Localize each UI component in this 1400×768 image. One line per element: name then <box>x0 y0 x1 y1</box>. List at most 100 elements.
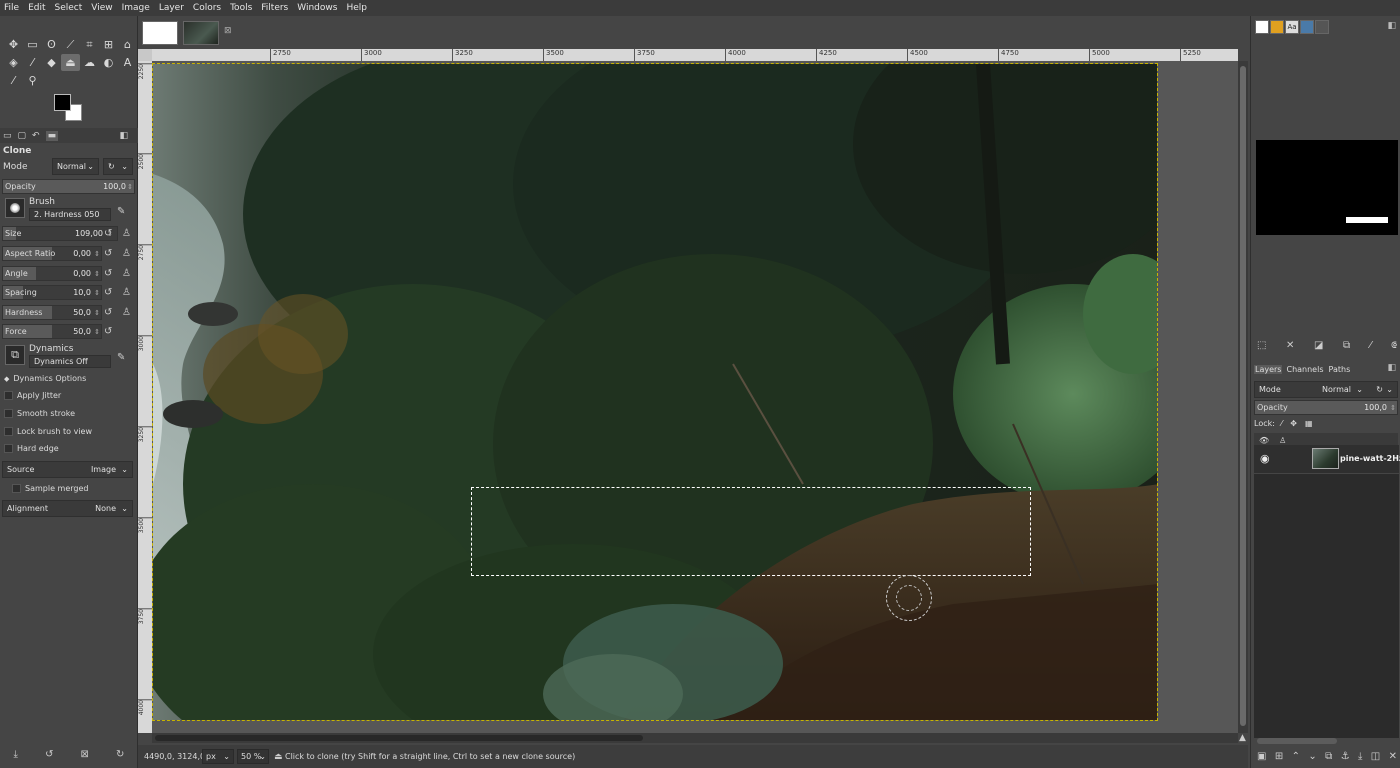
new-layer-icon[interactable]: ▣ <box>1257 751 1266 762</box>
lock-position-icon[interactable]: ✥ <box>1290 419 1297 428</box>
zoom-icon[interactable]: ⚲ <box>23 72 42 89</box>
bucket-fill-icon[interactable]: ◈ <box>4 54 23 71</box>
save-tool-preset-icon[interactable]: ⤓ <box>14 749 18 760</box>
unit-select[interactable]: px ⌄ <box>202 749 234 764</box>
reset-hardness-icon[interactable]: ↺ <box>104 307 112 318</box>
menu-layer[interactable]: Layer <box>159 3 184 13</box>
menu-view[interactable]: View <box>91 3 112 13</box>
opacity-slider[interactable]: Opacity 100,0 ⇕ <box>2 179 135 194</box>
color-picker-icon[interactable]: ⁄ <box>4 72 23 89</box>
smooth-stroke-checkbox[interactable]: Smooth stroke <box>4 409 75 418</box>
patterns-tab-icon[interactable] <box>1270 20 1284 34</box>
menu-select[interactable]: Select <box>55 3 83 13</box>
unified-transform-icon[interactable]: ⊞ <box>99 36 118 53</box>
dynamics-select[interactable]: Dynamics Off <box>29 355 111 368</box>
layers-panel-menu-icon[interactable]: ◧ <box>1387 363 1396 373</box>
new-layer-group-icon[interactable]: ⊞ <box>1275 751 1283 762</box>
ruler-corner[interactable] <box>138 49 152 61</box>
lower-layer-icon[interactable]: ⌄ <box>1308 751 1316 762</box>
spacing-slider[interactable]: Spacing 10,0 ⇕ <box>2 285 102 300</box>
lock-pixels-icon[interactable]: ⁄ <box>1281 419 1282 428</box>
vertical-ruler[interactable]: 2250 2500 2750 3000 3250 3500 3750 4000 <box>138 61 152 733</box>
link-size-icon[interactable]: ♙ <box>122 228 131 239</box>
raise-layer-icon[interactable]: ⌃ <box>1292 751 1300 762</box>
edit-dynamics-icon[interactable]: ✎ <box>117 352 125 363</box>
horizontal-scrollbar-thumb[interactable] <box>155 735 643 741</box>
new-selection-icon[interactable]: ⬚ <box>1257 340 1266 351</box>
foreground-color-swatch[interactable] <box>54 94 71 111</box>
aspect-ratio-slider[interactable]: Aspect Ratio 0,00 ⇕ <box>2 246 102 261</box>
crop-icon[interactable]: ⌗ <box>80 36 99 53</box>
smudge-icon[interactable]: ☁ <box>80 54 99 71</box>
undo-history-tab-icon[interactable]: ↶ <box>32 131 40 141</box>
reset-force-icon[interactable]: ↺ <box>104 326 112 337</box>
images-tab-icon[interactable]: ▬ <box>45 130 59 141</box>
mode-select[interactable]: Normal ⌄ <box>52 158 99 175</box>
move-icon[interactable]: ✥ <box>4 36 23 53</box>
warp-icon[interactable]: ⌂ <box>118 36 137 53</box>
restore-tool-preset-icon[interactable]: ↺ <box>45 749 53 760</box>
source-select[interactable]: Source Image ⌄ <box>2 461 133 478</box>
menu-help[interactable]: Help <box>346 3 367 13</box>
eye-icon[interactable]: ◉ <box>1260 452 1270 465</box>
reset-angle-icon[interactable]: ↺ <box>104 268 112 279</box>
tab-layers[interactable]: Layers <box>1254 364 1283 374</box>
stroke-selection-icon[interactable]: ⟃ <box>1391 340 1397 351</box>
layers-list[interactable] <box>1254 474 1399 738</box>
menu-filters[interactable]: Filters <box>261 3 288 13</box>
rectangle-selection[interactable] <box>471 487 1031 576</box>
dodge-icon[interactable]: ◐ <box>99 54 118 71</box>
brush-preview[interactable] <box>5 198 25 218</box>
lasso-icon[interactable]: ʘ <box>42 36 61 53</box>
reset-aspect-icon[interactable]: ↺ <box>104 248 112 259</box>
close-tab-icon[interactable]: ⊠ <box>224 26 232 36</box>
navigate-icon[interactable]: ▲ <box>1239 733 1246 743</box>
merge-layer-icon[interactable]: ⤓ <box>1358 751 1362 762</box>
lock-alpha-icon[interactable]: ▦ <box>1305 419 1313 428</box>
fonts-tab-icon[interactable]: Aa <box>1285 20 1299 34</box>
hardness-slider[interactable]: Hardness 50,0 ⇕ <box>2 305 102 320</box>
clear-selection-icon[interactable]: ✕ <box>1286 340 1294 351</box>
link-angle-icon[interactable]: ♙ <box>122 268 131 279</box>
lock-brush-checkbox[interactable]: Lock brush to view <box>4 427 92 436</box>
clone-icon[interactable]: ⏏ <box>61 54 80 71</box>
delete-layer-icon[interactable]: ✕ <box>1389 751 1397 762</box>
angle-slider[interactable]: Angle 0,00 ⇕ <box>2 266 102 281</box>
tab-channels[interactable]: Channels <box>1285 365 1324 374</box>
menu-file[interactable]: File <box>4 3 19 13</box>
edit-selection-icon[interactable]: ◪ <box>1314 340 1323 351</box>
layer-name[interactable]: pine-watt-2Hz <box>1340 454 1400 463</box>
reset-spacing-icon[interactable]: ↺ <box>104 287 112 298</box>
reset-tool-options-icon[interactable]: ↻ <box>116 749 124 760</box>
link-hardness-icon[interactable]: ♙ <box>122 307 131 318</box>
menu-image[interactable]: Image <box>122 3 150 13</box>
menu-tools[interactable]: Tools <box>230 3 252 13</box>
mask-layer-icon[interactable]: ◫ <box>1371 751 1380 762</box>
layer-mode-select[interactable]: Mode Normal ⌄ ↻ ⌄ <box>1254 381 1398 398</box>
vertical-scrollbar-thumb[interactable] <box>1240 66 1246 726</box>
delete-tool-preset-icon[interactable]: ⊠ <box>81 749 89 760</box>
link-aspect-icon[interactable]: ♙ <box>122 248 131 259</box>
link-spacing-icon[interactable]: ♙ <box>122 287 131 298</box>
dynamics-preview[interactable]: ⧉ <box>5 345 25 365</box>
paint-selection-icon[interactable]: ⁄ <box>1370 340 1372 351</box>
image-tab-forest[interactable] <box>183 21 219 45</box>
dynamics-options-expander[interactable]: ◆ Dynamics Options <box>4 374 86 383</box>
brushes-tab-icon[interactable] <box>1255 20 1269 34</box>
text-icon[interactable]: A <box>118 54 137 71</box>
menu-colors[interactable]: Colors <box>193 3 221 13</box>
gradients-tab-icon[interactable] <box>1300 20 1314 34</box>
device-status-tab-icon[interactable]: ▢ <box>18 131 27 141</box>
hard-edge-checkbox[interactable]: Hard edge <box>4 444 59 453</box>
menu-edit[interactable]: Edit <box>28 3 45 13</box>
image-canvas[interactable] <box>152 63 1158 721</box>
dock-panel-menu-icon[interactable]: ◧ <box>1387 21 1396 31</box>
layers-scrollbar-thumb[interactable] <box>1257 738 1337 744</box>
edit-brush-icon[interactable]: ✎ <box>117 206 125 217</box>
mode-reset-select[interactable]: ↻ ⌄ <box>103 158 133 175</box>
sample-merged-checkbox[interactable]: Sample merged <box>12 484 88 493</box>
size-slider[interactable]: Size 109,00 ⇕ <box>2 226 118 241</box>
rect-select-icon[interactable]: ▭ <box>23 36 42 53</box>
alignment-select[interactable]: Alignment None ⌄ <box>2 500 133 517</box>
menu-windows[interactable]: Windows <box>297 3 337 13</box>
